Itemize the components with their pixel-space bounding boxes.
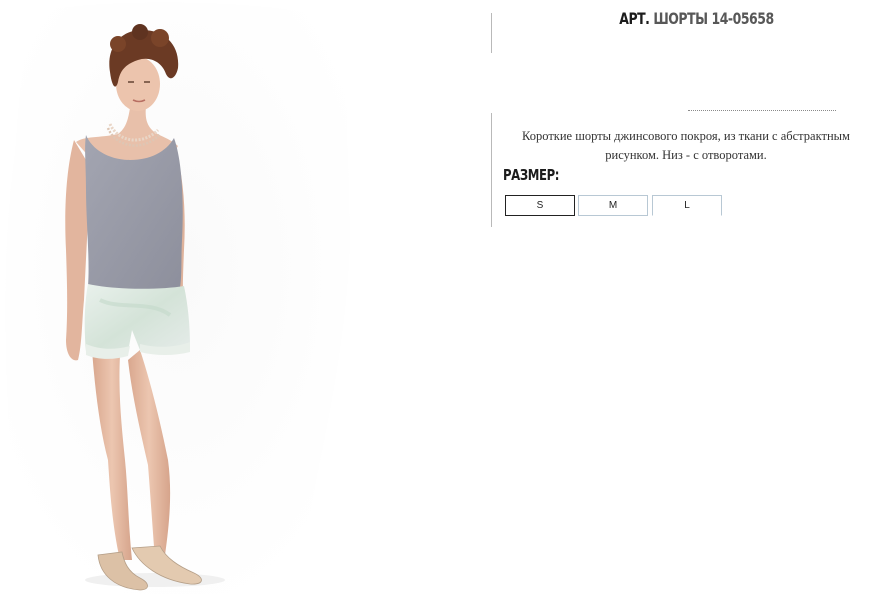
- title-prefix: АРТ.: [619, 9, 650, 28]
- title-name: ШОРТЫ 14-05658: [653, 9, 774, 28]
- model-image: [5, 2, 350, 594]
- size-option-s[interactable]: S: [505, 195, 575, 216]
- size-option-l[interactable]: L: [652, 195, 722, 216]
- dotted-separator: [688, 110, 836, 111]
- description-line-2: рисунком. Низ - с отворотами.: [605, 148, 767, 162]
- product-photo: [0, 0, 360, 594]
- divider-top: [491, 13, 492, 53]
- product-title: АРТ. ШОРТЫ 14-05658: [619, 8, 774, 30]
- divider-bottom: [491, 113, 492, 227]
- description-line-1: Короткие шорты джинсового покроя, из тка…: [522, 129, 850, 143]
- size-option-m[interactable]: M: [578, 195, 648, 216]
- size-label: РАЗМЕР:: [503, 166, 560, 184]
- product-description: Короткие шорты джинсового покроя, из тка…: [500, 127, 872, 165]
